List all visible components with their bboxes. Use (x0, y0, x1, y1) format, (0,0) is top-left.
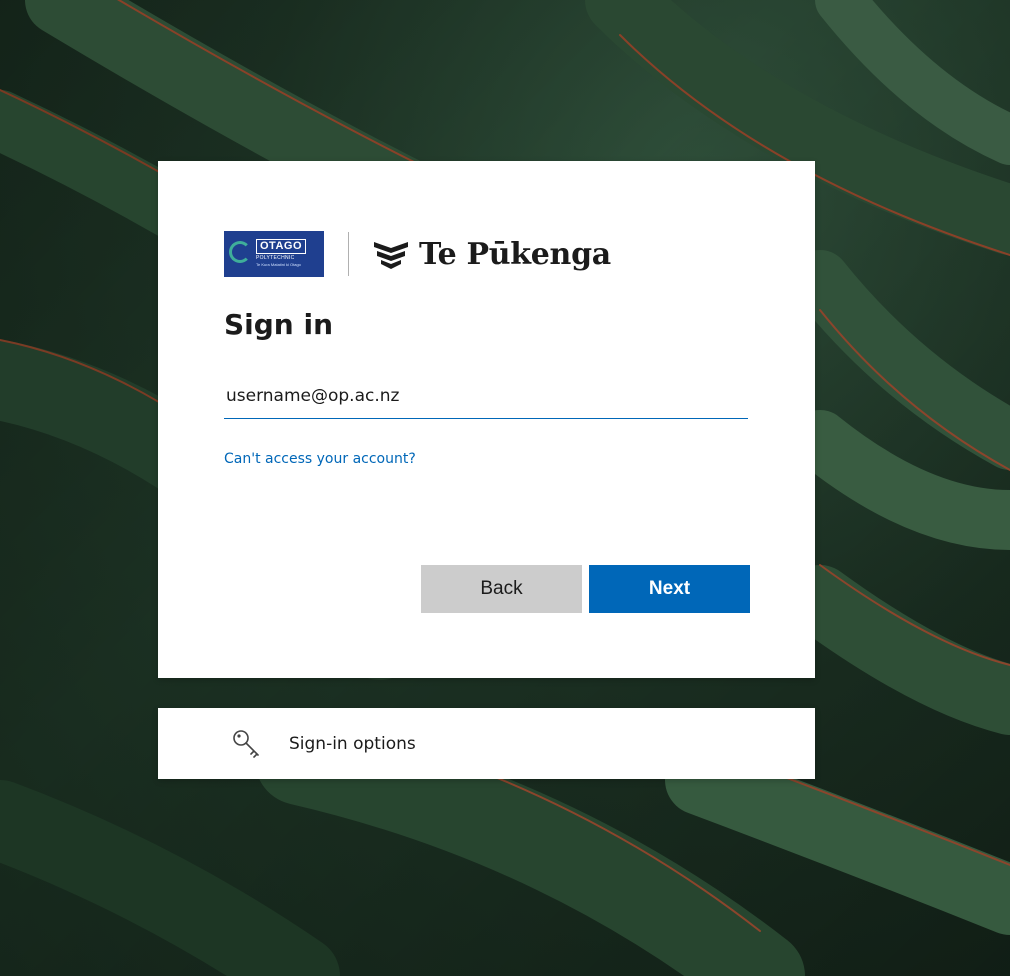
otago-polytechnic-logo: OTAGO POLYTECHNIC Te Kura Matatini ki Ot… (224, 231, 324, 277)
username-input[interactable] (224, 376, 748, 416)
logo-row: OTAGO POLYTECHNIC Te Kura Matatini ki Ot… (224, 229, 611, 279)
logo-divider (348, 232, 349, 276)
page-title: Sign in (224, 308, 334, 341)
username-field-wrapper (224, 376, 748, 419)
otago-swirl-icon (229, 241, 251, 263)
key-icon (233, 729, 259, 758)
signin-options-label: Sign-in options (289, 733, 416, 754)
cant-access-account-link[interactable]: Can't access your account? (224, 451, 416, 467)
next-button[interactable]: Next (589, 565, 750, 613)
te-pukenga-logo-text: Te Pūkenga (419, 236, 611, 272)
back-button[interactable]: Back (421, 565, 582, 613)
te-pukenga-mark-icon (374, 242, 408, 269)
signin-card: OTAGO POLYTECHNIC Te Kura Matatini ki Ot… (158, 161, 815, 678)
signin-options-button[interactable]: Sign-in options (158, 708, 815, 779)
otago-logo-sub: POLYTECHNIC (256, 255, 295, 261)
otago-logo-tagline: Te Kura Matatini ki Otago (256, 262, 301, 267)
otago-logo-name: OTAGO (256, 239, 307, 254)
